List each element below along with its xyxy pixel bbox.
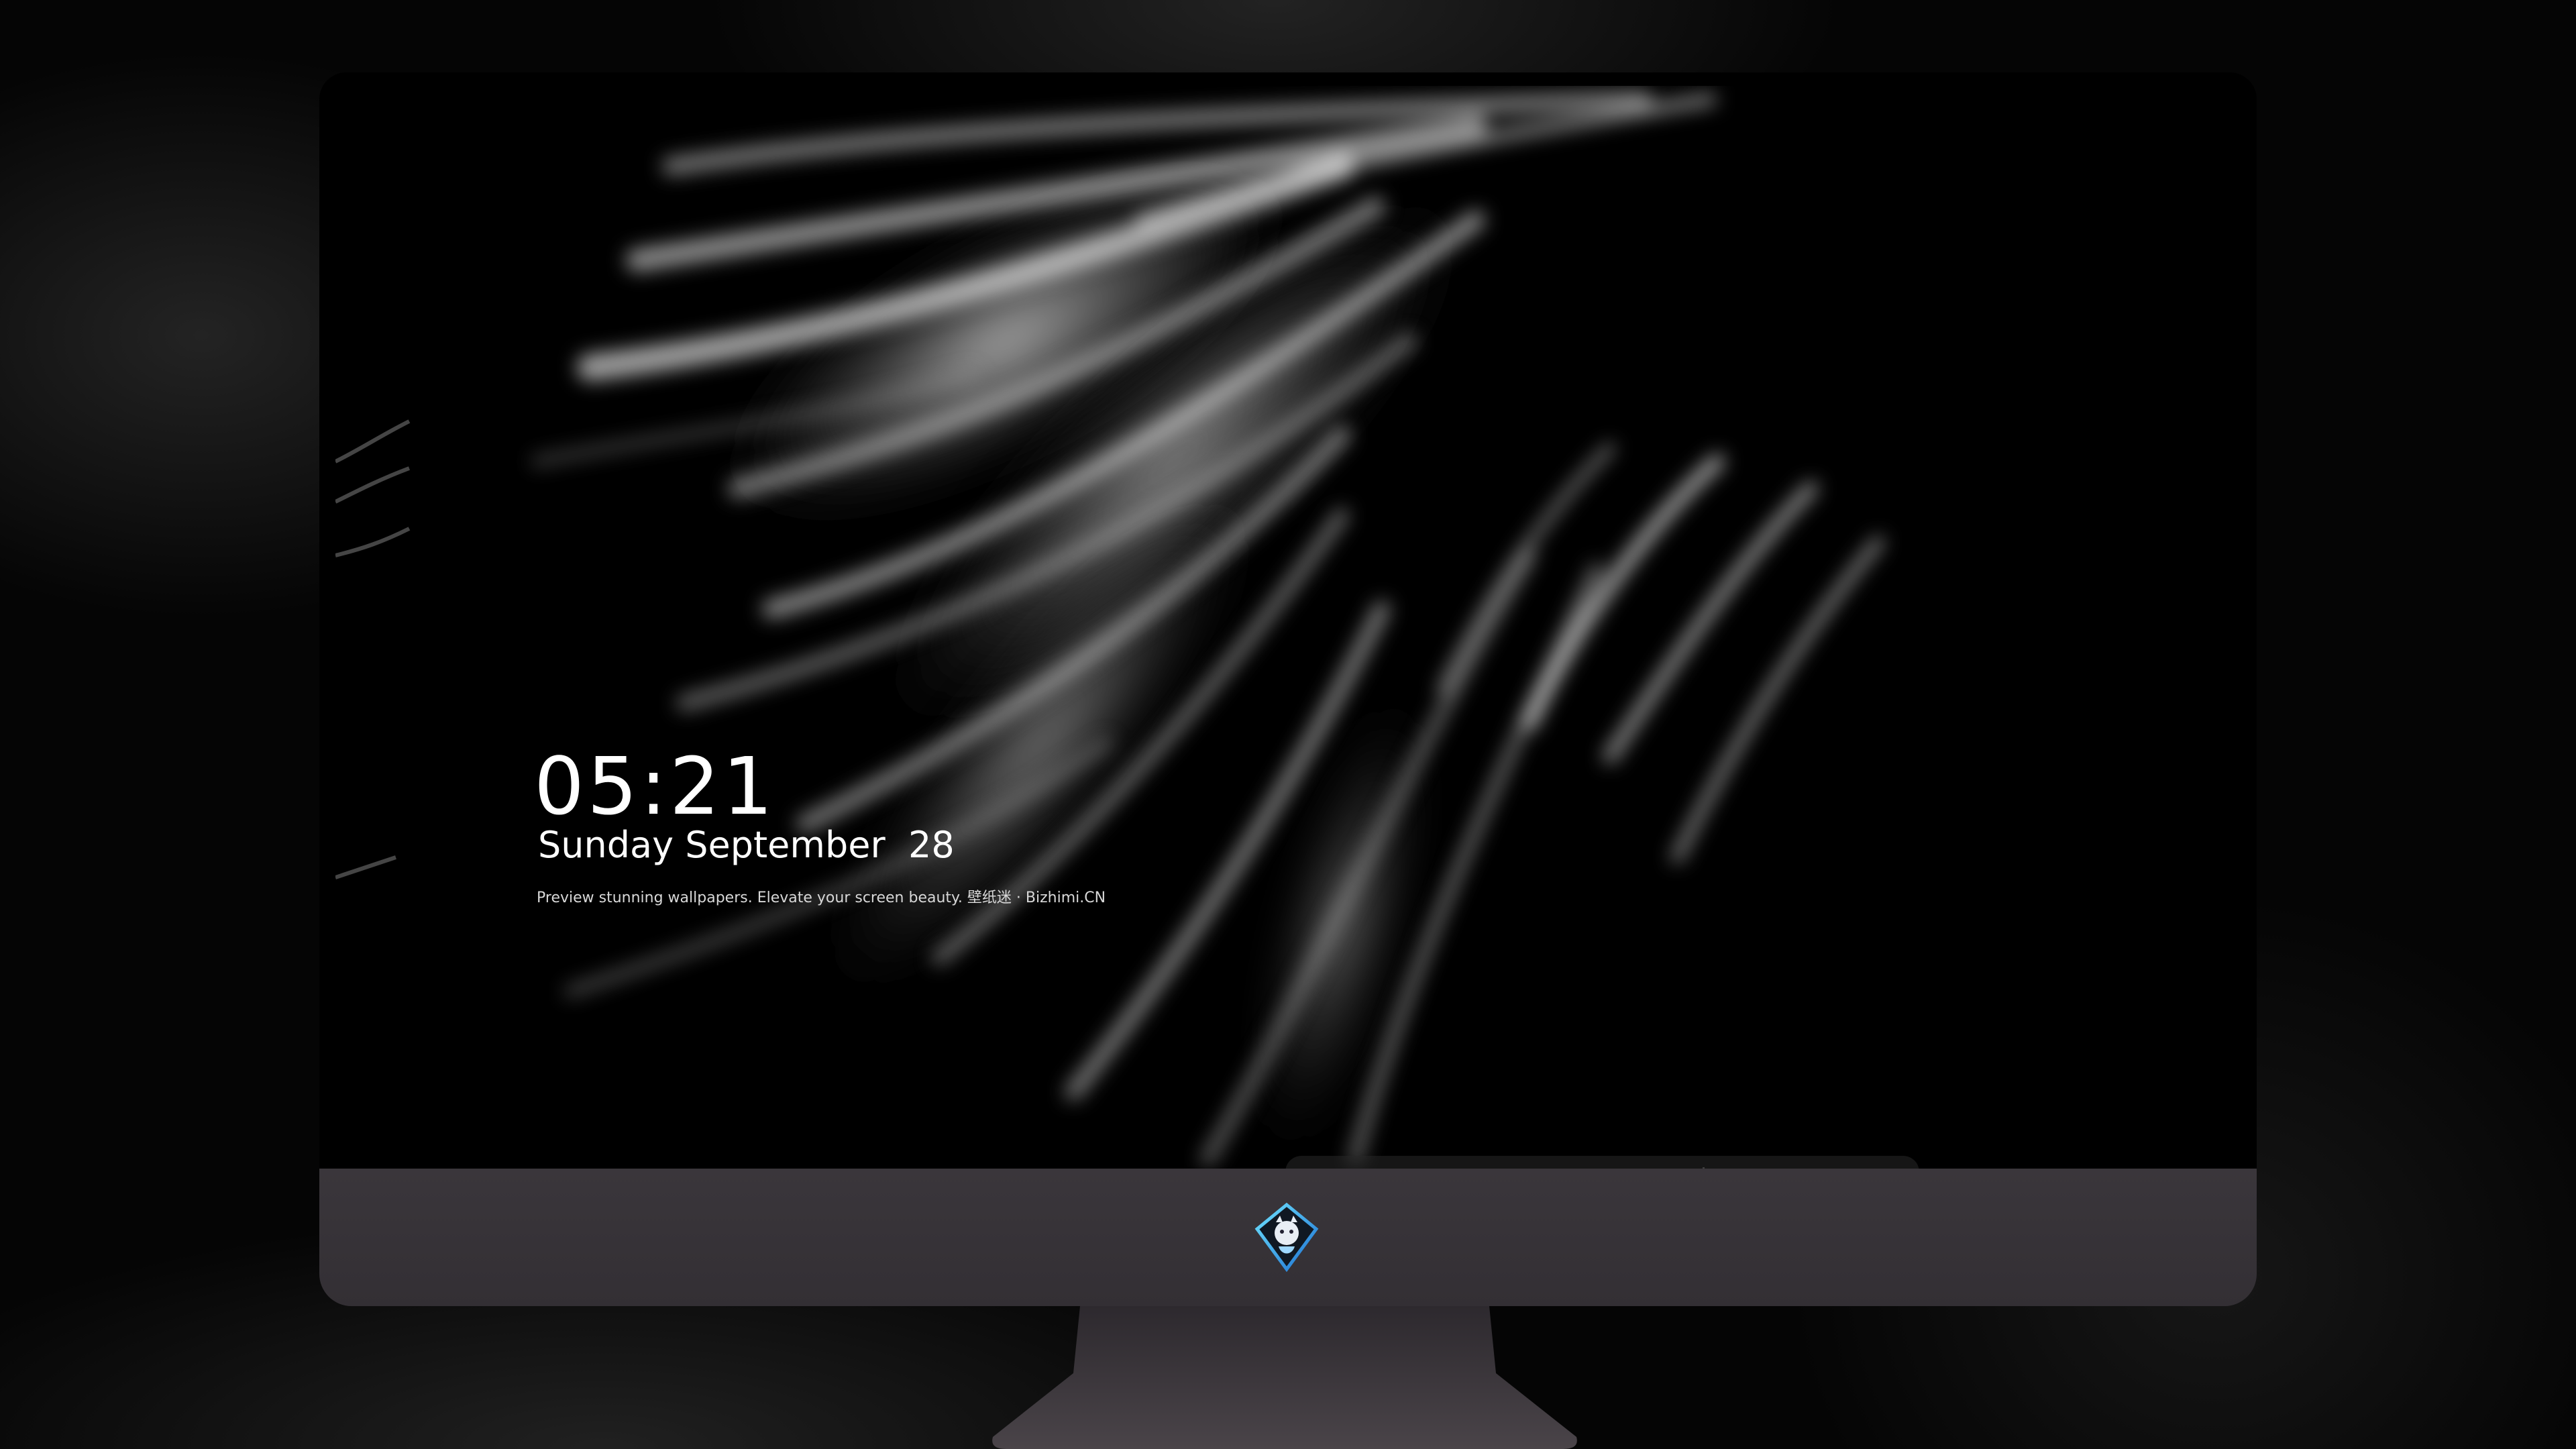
- monitor-stand: [992, 1306, 1577, 1449]
- desktop-background: 05:21 Sunday September 28 Preview stunni…: [0, 0, 2576, 1449]
- lockscreen-tagline: Preview stunning wallpapers. Elevate you…: [537, 890, 1106, 906]
- lockscreen-date: Sunday September 28: [538, 824, 955, 866]
- monitor-chin: [319, 1169, 2257, 1306]
- bizhimi-logo: [1254, 1202, 1319, 1272]
- lockscreen-time: 05:21: [534, 740, 776, 833]
- wallpaper: 05:21 Sunday September 28 Preview stunni…: [335, 86, 2254, 1173]
- silk-wallpaper-graphic: [335, 86, 2254, 1173]
- monitor-screen: 05:21 Sunday September 28 Preview stunni…: [319, 72, 2257, 1173]
